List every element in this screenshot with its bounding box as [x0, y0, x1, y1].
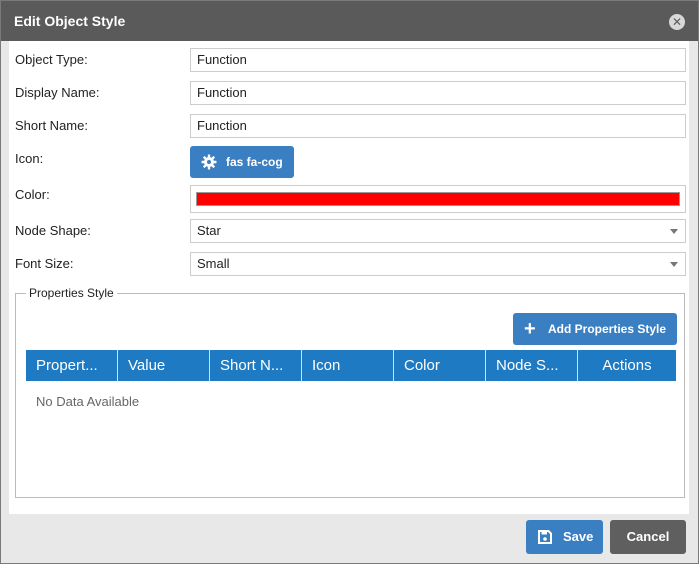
column-header-property[interactable]: Propert... — [26, 350, 118, 381]
object-type-label: Object Type: — [15, 52, 88, 67]
font-size-label: Font Size: — [15, 256, 74, 271]
gear-icon — [201, 154, 217, 170]
short-name-label: Short Name: — [15, 118, 88, 133]
add-properties-style-label: Add Properties Style — [548, 322, 667, 336]
object-type-field[interactable]: Function — [190, 48, 686, 72]
short-name-field[interactable]: Function — [190, 114, 686, 138]
dialog-body: Object Type: Function Display Name: Func… — [9, 41, 689, 514]
color-field[interactable] — [190, 185, 686, 213]
cancel-button[interactable]: Cancel — [610, 520, 686, 554]
node-shape-select[interactable]: Star — [190, 219, 686, 243]
column-header-icon[interactable]: Icon — [302, 350, 394, 381]
icon-picker-label: fas fa-cog — [226, 155, 283, 169]
save-button[interactable]: Save — [526, 520, 603, 554]
plus-icon: + — [524, 318, 536, 340]
add-properties-style-button[interactable]: + Add Properties Style — [513, 313, 677, 345]
edit-object-style-dialog: Edit Object Style ✕ Object Type: Functio… — [0, 0, 699, 564]
chevron-down-icon — [670, 262, 678, 267]
empty-grid-message: No Data Available — [36, 394, 140, 409]
dialog-title: Edit Object Style — [14, 13, 126, 29]
color-swatch[interactable] — [196, 192, 680, 206]
properties-style-legend: Properties Style — [26, 286, 117, 300]
properties-style-group: Properties Style + Add Properties Style … — [15, 286, 685, 498]
chevron-down-icon — [670, 229, 678, 234]
color-label: Color: — [15, 187, 50, 202]
font-size-value: Small — [197, 256, 230, 271]
column-header-short-name[interactable]: Short N... — [210, 350, 302, 381]
display-name-field[interactable]: Function — [190, 81, 686, 105]
font-size-select[interactable]: Small — [190, 252, 686, 276]
close-icon[interactable]: ✕ — [669, 14, 685, 30]
icon-picker-button[interactable]: fas fa-cog — [190, 146, 294, 178]
icon-label: Icon: — [15, 151, 44, 166]
save-label: Save — [563, 529, 594, 544]
column-header-color[interactable]: Color — [394, 350, 486, 381]
display-name-label: Display Name: — [15, 85, 100, 100]
dialog-titlebar: Edit Object Style ✕ — [1, 1, 698, 41]
column-header-node-shape[interactable]: Node S... — [486, 350, 578, 381]
column-header-actions: Actions — [602, 357, 652, 374]
node-shape-label: Node Shape: — [15, 223, 91, 238]
save-icon — [538, 530, 552, 544]
column-header-value[interactable]: Value — [118, 350, 210, 381]
node-shape-value: Star — [197, 223, 221, 238]
properties-grid-header: Propert... Value Short N... Icon Color N… — [26, 350, 676, 381]
